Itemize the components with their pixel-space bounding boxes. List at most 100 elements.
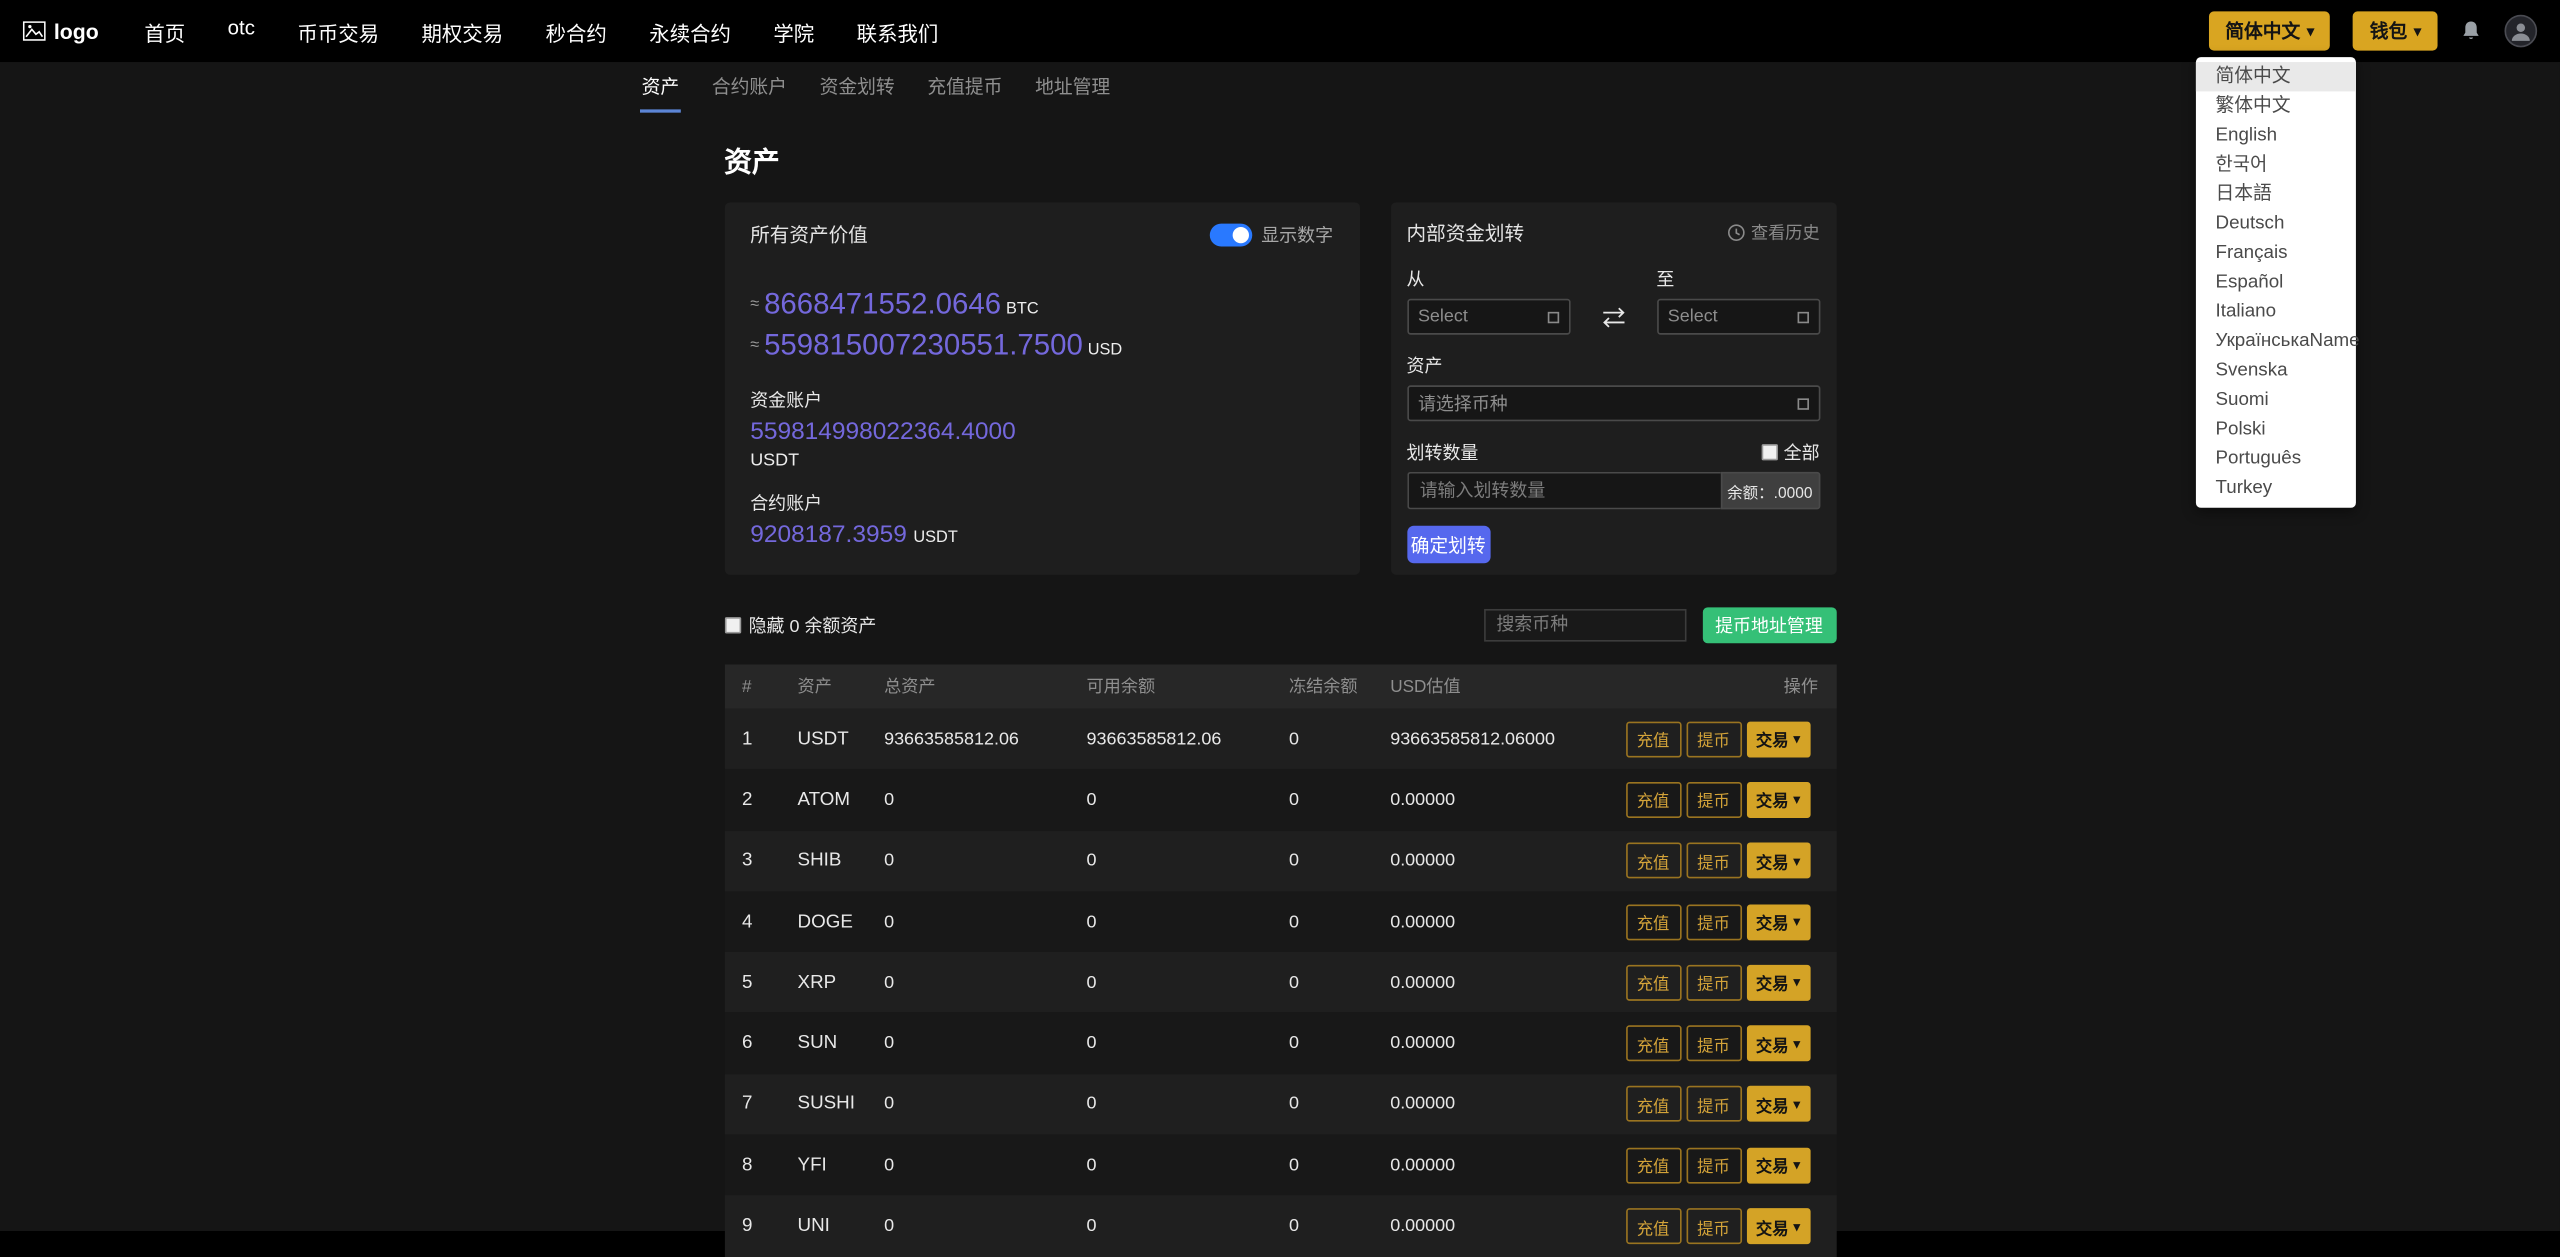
chevron-down-icon: ▾ — [1793, 792, 1801, 808]
nav-item-otc[interactable]: otc — [228, 16, 255, 47]
view-history-link[interactable]: 查看历史 — [1727, 220, 1820, 244]
tab-地址管理[interactable]: 地址管理 — [1033, 64, 1111, 113]
trade-button[interactable]: 交易 ▾ — [1746, 781, 1810, 818]
withdraw-button[interactable]: 提币 — [1685, 842, 1742, 879]
trade-button[interactable]: 交易 ▾ — [1746, 1147, 1810, 1184]
all-checkbox[interactable] — [1760, 444, 1778, 461]
trade-button[interactable]: 交易 ▾ — [1746, 1086, 1810, 1123]
header-usd: USD估值 — [1390, 677, 1461, 698]
withdraw-button[interactable]: 提币 — [1685, 1086, 1742, 1123]
cell-usd: 0.00000 — [1390, 1155, 1456, 1176]
language-option[interactable]: 繁体中文 — [2196, 91, 2356, 120]
language-option[interactable]: Español — [2196, 268, 2356, 297]
language-option[interactable]: Português — [2196, 444, 2356, 473]
select-caret-icon — [1796, 397, 1809, 409]
withdraw-address-button[interactable]: 提币地址管理 — [1702, 607, 1836, 644]
cell-frozen: 0 — [1288, 1216, 1299, 1236]
deposit-button[interactable]: 充值 — [1625, 1086, 1681, 1123]
language-option[interactable]: Polski — [2196, 415, 2356, 444]
withdraw-button[interactable]: 提币 — [1685, 1147, 1742, 1184]
notification-bell-icon[interactable] — [2460, 20, 2481, 43]
deposit-button[interactable]: 充值 — [1625, 964, 1681, 1001]
deposit-button[interactable]: 充值 — [1625, 721, 1681, 757]
fund-account-value: 559814998022364.4000 — [750, 417, 1016, 446]
withdraw-button[interactable]: 提币 — [1685, 903, 1742, 940]
language-option[interactable]: Turkey — [2196, 473, 2356, 502]
row-actions: 充值 提币 交易 ▾ — [1625, 721, 1863, 757]
trade-button[interactable]: 交易 ▾ — [1746, 903, 1810, 940]
cell-usd: 0.00000 — [1390, 1216, 1456, 1236]
language-option[interactable]: English — [2196, 121, 2356, 150]
table-row: 8 YFI 0 0 0 0.00000 充值 提币 交易 ▾ — [724, 1134, 1836, 1196]
trade-button[interactable]: 交易 ▾ — [1746, 1208, 1810, 1245]
withdraw-button[interactable]: 提币 — [1685, 964, 1742, 1001]
deposit-button[interactable]: 充值 — [1625, 842, 1681, 879]
deposit-button[interactable]: 充值 — [1625, 781, 1681, 818]
deposit-button[interactable]: 充值 — [1625, 903, 1681, 940]
to-label: 至 — [1656, 271, 1675, 291]
language-button[interactable]: 简体中文 ▾ — [2208, 11, 2331, 51]
deposit-button[interactable]: 充值 — [1625, 1025, 1681, 1062]
cell-avail: 0 — [1086, 1033, 1097, 1054]
cell-frozen: 0 — [1288, 850, 1299, 871]
language-option[interactable]: 日本語 — [2196, 180, 2356, 209]
tab-充值提币[interactable]: 充值提币 — [926, 64, 1004, 113]
trade-button[interactable]: 交易 ▾ — [1746, 721, 1810, 757]
hide-zero-checkbox[interactable] — [724, 617, 741, 634]
to-select[interactable]: Select — [1656, 298, 1820, 335]
language-option[interactable]: Français — [2196, 238, 2356, 267]
swap-arrows-icon[interactable] — [1599, 304, 1627, 328]
language-option[interactable]: 한국어 — [2196, 150, 2356, 179]
trade-button-label: 交易 — [1755, 976, 1789, 995]
nav-item-币币交易[interactable]: 币币交易 — [297, 16, 379, 47]
logo[interactable]: logo — [22, 19, 99, 43]
cell-usd: 0.00000 — [1390, 1033, 1456, 1054]
language-option[interactable]: Svenska — [2196, 356, 2356, 385]
language-option[interactable]: УкраїнськаName — [2196, 327, 2360, 356]
confirm-transfer-button[interactable]: 确定划转 — [1406, 525, 1490, 564]
language-option[interactable]: Italiano — [2196, 297, 2356, 326]
subnav-tabs: 资产 合约账户 资金划转 充值提币 地址管理 — [639, 64, 1112, 113]
deposit-button[interactable]: 充值 — [1625, 1147, 1681, 1184]
wallet-button[interactable]: 钱包 ▾ — [2353, 11, 2438, 51]
tab-资产[interactable]: 资产 — [639, 64, 681, 113]
nav-item-联系我们[interactable]: 联系我们 — [857, 16, 939, 47]
tab-资金划转[interactable]: 资金划转 — [818, 64, 896, 113]
header-actions: 操作 — [1783, 677, 1818, 698]
trade-button[interactable]: 交易 ▾ — [1746, 964, 1810, 1001]
nav-item-学院[interactable]: 学院 — [773, 16, 814, 47]
balance-addon: 余额：.0000 — [1719, 471, 1820, 510]
trade-button[interactable]: 交易 ▾ — [1746, 842, 1810, 879]
user-avatar[interactable] — [2504, 14, 2538, 48]
from-select[interactable]: Select — [1406, 298, 1570, 335]
nav-item-永续合约[interactable]: 永续合约 — [649, 16, 731, 47]
tab-合约账户[interactable]: 合约账户 — [710, 64, 788, 113]
subnav: 资产 合约账户 资金划转 充值提币 地址管理 — [0, 62, 2560, 113]
asset-select-placeholder: 请选择币种 — [1417, 395, 1508, 415]
withdraw-button[interactable]: 提币 — [1685, 781, 1742, 818]
nav-item-首页[interactable]: 首页 — [144, 16, 185, 47]
row-actions: 充值 提币 交易 ▾ — [1625, 1086, 1863, 1123]
deposit-button[interactable]: 充值 — [1625, 1208, 1681, 1245]
trade-button[interactable]: 交易 ▾ — [1746, 1025, 1810, 1062]
asset-select[interactable]: 请选择币种 — [1406, 385, 1820, 422]
show-numbers-toggle[interactable] — [1208, 222, 1252, 246]
cell-idx: 1 — [742, 729, 753, 749]
language-option[interactable]: Suomi — [2196, 385, 2356, 414]
amount-label-row: 划转数量 全部 — [1407, 439, 1820, 465]
search-input[interactable] — [1483, 608, 1686, 642]
cell-asset: XRP — [797, 972, 837, 993]
withdraw-button[interactable]: 提币 — [1685, 721, 1742, 757]
language-option[interactable]: 简体中文 — [2195, 62, 2356, 92]
amount-input[interactable] — [1406, 471, 1720, 510]
withdraw-button[interactable]: 提币 — [1685, 1208, 1742, 1245]
withdraw-button[interactable]: 提币 — [1685, 1025, 1742, 1062]
language-option[interactable]: Deutsch — [2196, 209, 2356, 238]
nav-item-期权交易[interactable]: 期权交易 — [421, 16, 503, 47]
fund-account-unit: USDT — [750, 450, 800, 471]
trade-button-label: 交易 — [1755, 794, 1789, 813]
nav-right: 简体中文 ▾ 钱包 ▾ — [2208, 11, 2538, 51]
cell-asset: USDT — [797, 729, 849, 749]
chevron-down-icon: ▾ — [1793, 1097, 1801, 1112]
nav-item-秒合约[interactable]: 秒合约 — [546, 16, 607, 47]
